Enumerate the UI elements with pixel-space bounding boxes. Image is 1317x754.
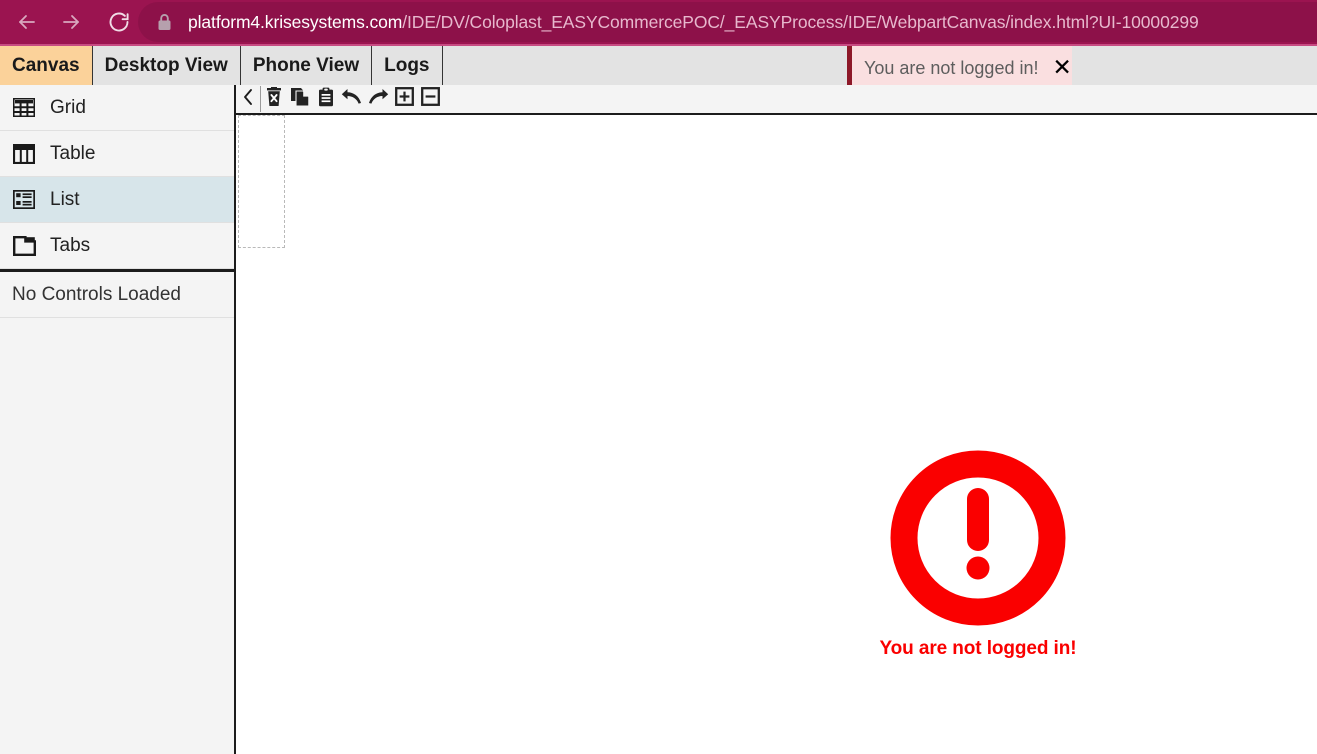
copy-icon bbox=[290, 87, 310, 112]
sidebar-item-tabs-label: Tabs bbox=[50, 234, 91, 256]
arrow-right-icon bbox=[59, 10, 83, 34]
tab-desktop-view-label: Desktop View bbox=[104, 54, 228, 76]
back-button[interactable] bbox=[10, 5, 44, 39]
undo-icon bbox=[341, 88, 363, 111]
tab-phone-view[interactable]: Phone View bbox=[241, 46, 373, 85]
close-icon[interactable]: ✕ bbox=[1052, 56, 1071, 80]
sidebar-item-grid-label: Grid bbox=[50, 96, 86, 118]
trash-delete-icon bbox=[265, 86, 283, 112]
notification-toast: You are not logged in! ✕ bbox=[847, 46, 1072, 90]
tab-logs-label: Logs bbox=[384, 54, 430, 76]
url-path: /IDE/DV/Coloplast_EASYCommercePOC/_EASYP… bbox=[402, 11, 1199, 32]
delete-button[interactable] bbox=[261, 86, 287, 112]
redo-button[interactable] bbox=[365, 86, 391, 112]
tabs-icon bbox=[12, 234, 36, 258]
address-bar-text: platform4.krisesystems.com/IDE/DV/Colopl… bbox=[188, 12, 1199, 33]
url-host: platform4.krisesystems.com bbox=[188, 11, 403, 32]
sidebar-item-list[interactable]: List bbox=[0, 177, 234, 223]
tab-desktop-view[interactable]: Desktop View bbox=[93, 46, 241, 85]
browser-chrome: platform4.krisesystems.com/IDE/DV/Colopl… bbox=[0, 0, 1317, 44]
controls-status-row: No Controls Loaded bbox=[0, 272, 234, 318]
controls-sidebar: Grid Table List Tabs No Controls Loaded bbox=[0, 85, 236, 754]
chevron-left-icon bbox=[241, 88, 255, 111]
editor-toolbar bbox=[236, 85, 1317, 115]
lock-icon bbox=[157, 13, 172, 31]
notification-message: You are not logged in! bbox=[864, 57, 1039, 78]
reload-icon bbox=[107, 10, 131, 34]
arrow-left-icon bbox=[15, 10, 39, 34]
minus-box-icon bbox=[420, 87, 440, 111]
tab-phone-view-label: Phone View bbox=[252, 54, 360, 76]
grid-icon bbox=[12, 96, 36, 120]
sidebar-item-table-label: Table bbox=[50, 142, 96, 164]
controls-status-label: No Controls Loaded bbox=[12, 283, 181, 305]
list-icon bbox=[12, 188, 36, 212]
plus-box-icon bbox=[394, 87, 414, 111]
paste-button[interactable] bbox=[313, 86, 339, 112]
address-bar[interactable]: platform4.krisesystems.com/IDE/DV/Colopl… bbox=[138, 2, 1317, 42]
exclamation-circle-icon bbox=[890, 450, 1066, 626]
error-state: You are not logged in! bbox=[878, 450, 1078, 660]
tab-logs[interactable]: Logs bbox=[372, 46, 443, 85]
collapse-panel-button[interactable] bbox=[236, 86, 261, 112]
sidebar-item-grid[interactable]: Grid bbox=[0, 85, 234, 131]
app-tab-strip: Canvas Desktop View Phone View Logs bbox=[0, 44, 1317, 85]
sidebar-item-table[interactable]: Table bbox=[0, 131, 234, 177]
sidebar-item-list-label: List bbox=[50, 188, 80, 210]
paste-clipboard-icon bbox=[317, 87, 335, 112]
table-icon bbox=[12, 142, 36, 166]
empty-dropzone[interactable] bbox=[238, 115, 285, 248]
webpart-canvas[interactable]: You are not logged in! bbox=[238, 115, 1317, 754]
error-message: You are not logged in! bbox=[879, 638, 1077, 659]
expand-all-button[interactable] bbox=[391, 86, 417, 112]
redo-icon bbox=[367, 88, 389, 111]
tab-canvas-label: Canvas bbox=[12, 54, 80, 76]
sidebar-item-tabs[interactable]: Tabs bbox=[0, 223, 234, 269]
copy-button[interactable] bbox=[287, 86, 313, 112]
undo-button[interactable] bbox=[339, 86, 365, 112]
forward-button[interactable] bbox=[54, 5, 88, 39]
tab-canvas[interactable]: Canvas bbox=[0, 46, 93, 85]
reload-button[interactable] bbox=[102, 5, 136, 39]
collapse-all-button[interactable] bbox=[417, 86, 443, 112]
